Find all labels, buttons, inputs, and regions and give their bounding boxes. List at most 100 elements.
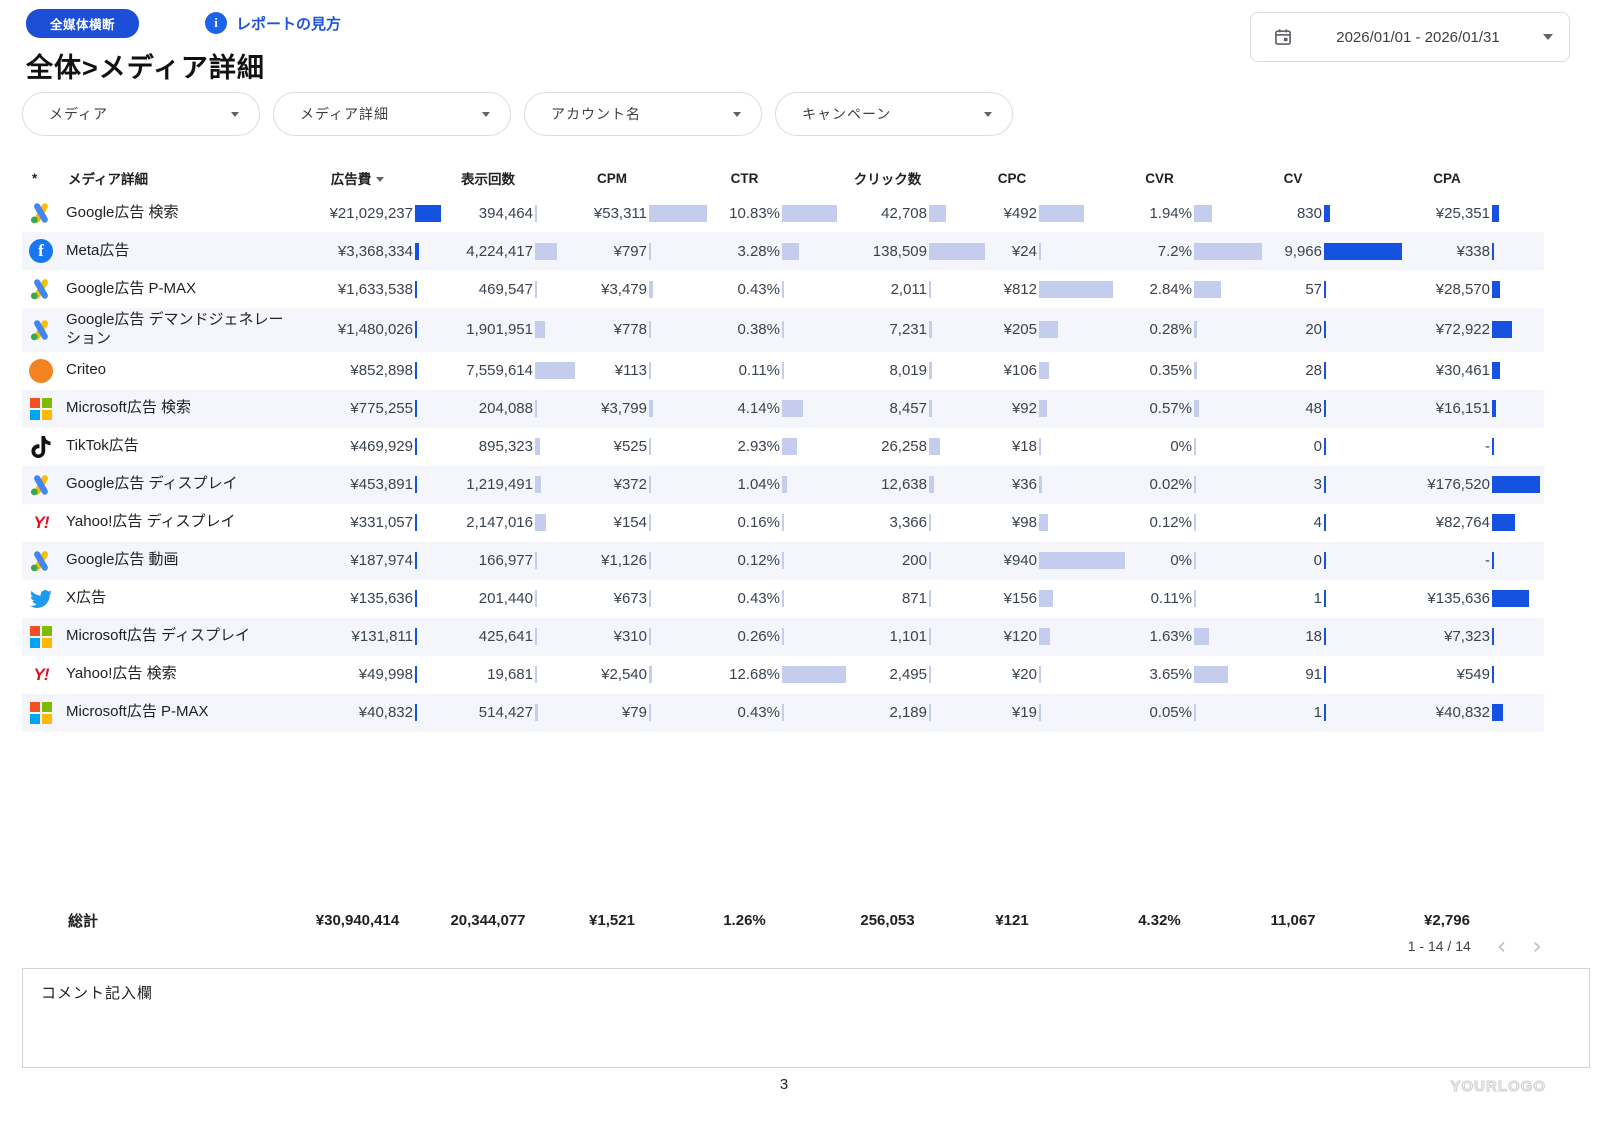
- cell-value: ¥20: [985, 666, 1037, 683]
- filter-label: アカウント名: [551, 104, 733, 124]
- cell-value: 871: [846, 590, 927, 607]
- value-bar: [1492, 438, 1494, 455]
- cell-ctr: 4.14%: [707, 390, 846, 428]
- cell-value: ¥453,891: [300, 476, 413, 493]
- cell-cpa: ¥28,570: [1402, 270, 1540, 308]
- value-bar: [649, 400, 653, 417]
- value-bar: [929, 590, 931, 607]
- value-bar: [1324, 281, 1326, 298]
- value-bar: [1194, 628, 1209, 645]
- cell-cpm: ¥310: [575, 618, 707, 656]
- cell-clicks: 1,101: [846, 618, 985, 656]
- cell-value: ¥3,479: [575, 281, 647, 298]
- value-bar: [1492, 666, 1494, 683]
- column-header-cpa[interactable]: CPA: [1402, 171, 1540, 186]
- column-header-impressions[interactable]: 表示回数: [441, 168, 575, 188]
- cell-value: 20: [1262, 321, 1322, 338]
- column-header-spend[interactable]: 広告費: [300, 168, 441, 188]
- cell-value: 91: [1262, 666, 1322, 683]
- tiktok-icon: [28, 434, 54, 460]
- column-header-cvr[interactable]: CVR: [1125, 171, 1262, 186]
- cell-value: ¥19: [985, 704, 1037, 721]
- column-header-ctr[interactable]: CTR: [707, 171, 846, 186]
- chevron-down-icon: [1543, 34, 1553, 40]
- value-bar: [415, 552, 417, 569]
- value-bar: [649, 281, 653, 298]
- cell-cpc: ¥19: [985, 694, 1125, 732]
- value-bar: [535, 362, 575, 379]
- table-row: TikTok広告¥469,929895,323¥5252.93%26,258¥1…: [22, 428, 1544, 466]
- value-bar: [1492, 590, 1529, 607]
- value-bar: [649, 704, 651, 721]
- cell-ctr: 0.11%: [707, 352, 846, 390]
- chevron-down-icon: [733, 112, 741, 117]
- cell-cv: 48: [1262, 390, 1402, 428]
- total-spend: ¥30,940,414: [300, 912, 441, 929]
- date-range-picker[interactable]: 2026/01/01 - 2026/01/31: [1250, 12, 1570, 62]
- filter-media[interactable]: メディア: [22, 92, 260, 136]
- filter-campaign[interactable]: キャンペーン: [775, 92, 1013, 136]
- filter-account-name[interactable]: アカウント名: [524, 92, 762, 136]
- prev-page-button[interactable]: ‹: [1497, 936, 1507, 956]
- value-bar: [1194, 281, 1221, 298]
- cell-value: 7,559,614: [441, 362, 533, 379]
- value-bar: [1492, 205, 1499, 222]
- cell-cvr: 0.11%: [1125, 580, 1262, 618]
- value-bar: [1194, 704, 1196, 721]
- value-bar: [415, 438, 417, 455]
- totals-row: 総計 ¥30,940,41420,344,077¥1,5211.26%256,0…: [22, 903, 1544, 937]
- info-icon[interactable]: i: [205, 12, 227, 34]
- cell-cpm: ¥3,799: [575, 390, 707, 428]
- chevron-down-icon: [231, 112, 239, 117]
- chevron-down-icon: [482, 112, 490, 117]
- column-header-cpc[interactable]: CPC: [985, 171, 1125, 186]
- column-header-media-detail[interactable]: メディア詳細: [66, 168, 300, 188]
- value-bar: [1324, 321, 1326, 338]
- cell-ctr: 0.38%: [707, 308, 846, 352]
- value-bar: [929, 628, 931, 645]
- column-header-cpm[interactable]: CPM: [575, 171, 707, 186]
- table-row: fMeta広告¥3,368,3344,224,417¥7973.28%138,5…: [22, 232, 1544, 270]
- cell-value: 48: [1262, 400, 1322, 417]
- cell-impressions: 394,464: [441, 194, 575, 232]
- media-name: Google広告 動画: [66, 548, 300, 573]
- sort-desc-icon: [376, 177, 384, 182]
- cell-value: 0.16%: [707, 514, 780, 531]
- cell-spend: ¥131,811: [300, 618, 441, 656]
- cell-value: ¥7,323: [1402, 628, 1490, 645]
- filter-media-detail[interactable]: メディア詳細: [273, 92, 511, 136]
- value-bar: [1039, 476, 1042, 493]
- value-bar: [929, 205, 946, 222]
- cell-spend: ¥852,898: [300, 352, 441, 390]
- value-bar: [1039, 362, 1049, 379]
- column-header-clicks[interactable]: クリック数: [846, 168, 985, 188]
- value-bar: [649, 476, 651, 493]
- cell-cvr: 2.84%: [1125, 270, 1262, 308]
- report-guide-link[interactable]: レポートの見方: [236, 13, 341, 34]
- cell-value: ¥2,540: [575, 666, 647, 683]
- value-bar: [1324, 476, 1326, 493]
- cell-spend: ¥3,368,334: [300, 232, 441, 270]
- microsoft-icon: [28, 700, 54, 726]
- value-bar: [782, 590, 784, 607]
- cell-value: 895,323: [441, 438, 533, 455]
- cell-value: 1: [1262, 590, 1322, 607]
- cell-cpa: ¥82,764: [1402, 504, 1540, 542]
- cell-value: 1: [1262, 704, 1322, 721]
- value-bar: [782, 628, 784, 645]
- cell-value: 166,977: [441, 552, 533, 569]
- comment-box[interactable]: コメント記入欄: [22, 968, 1590, 1068]
- value-bar: [415, 590, 417, 607]
- value-bar: [1492, 400, 1496, 417]
- cell-cpc: ¥98: [985, 504, 1125, 542]
- cell-cvr: 1.94%: [1125, 194, 1262, 232]
- cell-value: 201,440: [441, 590, 533, 607]
- column-header-cv[interactable]: CV: [1262, 171, 1402, 186]
- cell-value: ¥310: [575, 628, 647, 645]
- value-bar: [1492, 362, 1500, 379]
- value-bar: [1492, 476, 1540, 493]
- next-page-button[interactable]: ›: [1532, 936, 1542, 956]
- value-bar: [929, 552, 931, 569]
- cell-value: 514,427: [441, 704, 533, 721]
- google-ads-icon: [28, 276, 54, 302]
